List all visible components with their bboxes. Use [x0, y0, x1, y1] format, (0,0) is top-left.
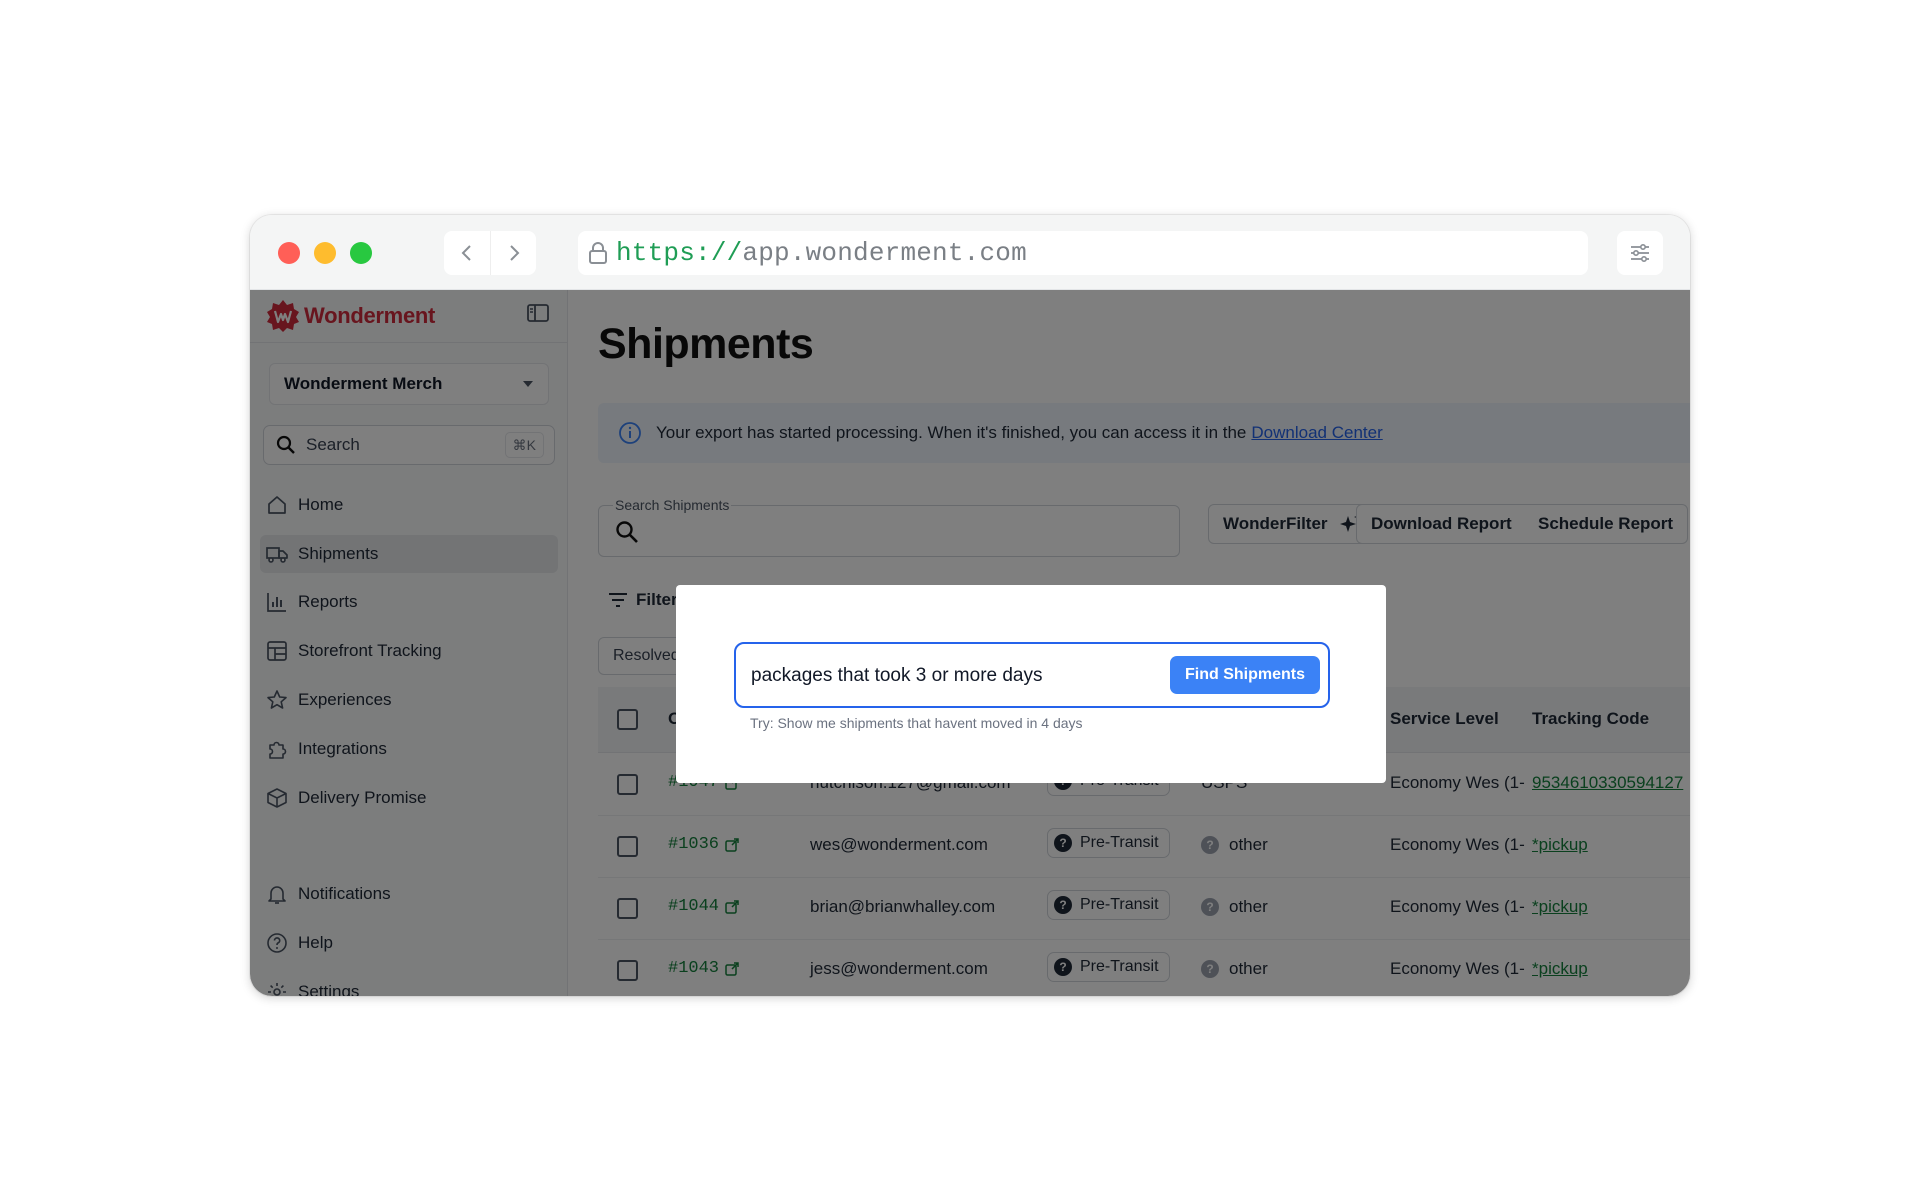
url-scheme: https:// — [616, 238, 743, 268]
browser-toolbar: https://app.wonderment.com — [250, 215, 1690, 290]
back-button[interactable] — [444, 231, 490, 275]
browser-settings-button[interactable] — [1617, 231, 1663, 275]
address-bar[interactable]: https://app.wonderment.com — [578, 231, 1588, 275]
url-text: https://app.wonderment.com — [616, 238, 1027, 268]
url-host: app.wonderment.com — [742, 238, 1027, 268]
wonderfilter-query-input[interactable]: packages that took 3 or more days Find S… — [734, 642, 1330, 708]
close-window-button[interactable] — [278, 242, 300, 264]
minimize-window-button[interactable] — [314, 242, 336, 264]
wonderfilter-dialog: packages that took 3 or more days Find S… — [676, 585, 1386, 783]
wonderfilter-query-value: packages that took 3 or more days — [751, 665, 1043, 686]
find-shipments-button[interactable]: Find Shipments — [1170, 656, 1320, 694]
sliders-icon — [1631, 243, 1649, 263]
maximize-window-button[interactable] — [350, 242, 372, 264]
forward-button[interactable] — [490, 231, 536, 275]
chevron-left-icon — [461, 245, 471, 261]
browser-window: https://app.wonderment.com Wonderment Wo… — [250, 215, 1690, 996]
history-nav — [444, 231, 536, 275]
lock-icon — [589, 242, 607, 264]
app: Wonderment Wonderment Merch Search ⌘K Ho… — [250, 290, 1690, 996]
chevron-right-icon — [509, 245, 519, 261]
wonderfilter-hint: Try: Show me shipments that havent moved… — [750, 715, 1083, 731]
